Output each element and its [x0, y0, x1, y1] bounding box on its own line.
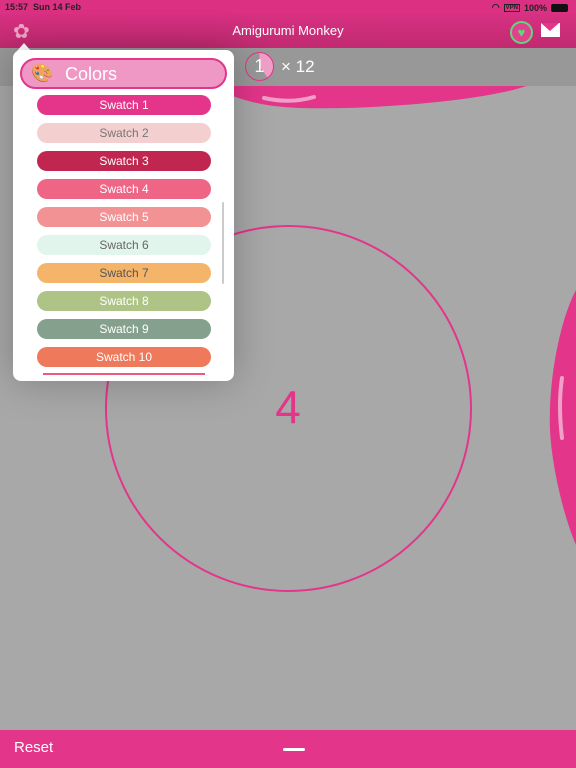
next-swatch-partial	[43, 373, 205, 375]
footer-bar: Reset	[0, 730, 576, 768]
palette-icon: 🎨	[31, 63, 54, 83]
swatch-3-button[interactable]: Swatch 3	[37, 151, 211, 171]
swatch-1-button[interactable]: Swatch 1	[37, 95, 211, 115]
envelope-icon[interactable]	[541, 23, 560, 37]
row-progress-pie[interactable]: 1	[245, 52, 274, 81]
swatch-2-button[interactable]: Swatch 2	[37, 123, 211, 143]
battery-icon	[551, 3, 568, 12]
swatch-10-button[interactable]: Swatch 10	[37, 347, 211, 367]
swatch-7-button[interactable]: Swatch 7	[37, 263, 211, 283]
stitch-count: 4	[275, 381, 301, 433]
drawer-handle[interactable]	[283, 748, 305, 751]
time: 15:57	[5, 2, 29, 12]
vpn-badge: VPN	[503, 3, 520, 12]
colors-header[interactable]: 🎨 Colors	[20, 58, 227, 89]
wifi-icon: ◠	[491, 2, 500, 12]
row-current: 1	[254, 56, 265, 76]
colors-popover: 🎨 Colors Swatch 1 Swatch 2 Swatch 3 Swatch …	[13, 50, 234, 381]
status-time-date: 15:57 Sun 14 Feb	[5, 2, 81, 12]
heart-icon[interactable]: ♥	[510, 21, 533, 44]
swatch-6-button[interactable]: Swatch 6	[37, 235, 211, 255]
reset-button[interactable]: Reset	[14, 739, 53, 756]
status-right: ◠ VPN 100%	[492, 2, 568, 13]
status-bar: 15:57 Sun 14 Feb ◠ VPN 100%	[0, 0, 576, 14]
page-title: Amigurumi Monkey	[232, 23, 344, 38]
swatch-9-button[interactable]: Swatch 9	[37, 319, 211, 339]
scrollbar[interactable]	[222, 202, 224, 284]
swatch-5-button[interactable]: Swatch 5	[37, 207, 211, 227]
swatch-4-button[interactable]: Swatch 4	[37, 179, 211, 199]
colors-heading: Colors	[65, 64, 118, 84]
swatch-8-button[interactable]: Swatch 8	[37, 291, 211, 311]
navigation-bar: ✿ Amigurumi Monkey ♥	[0, 14, 576, 48]
date: Sun 14 Feb	[33, 2, 82, 12]
battery-percent: 100%	[523, 2, 547, 13]
row-multiplier: × 12	[281, 57, 315, 76]
